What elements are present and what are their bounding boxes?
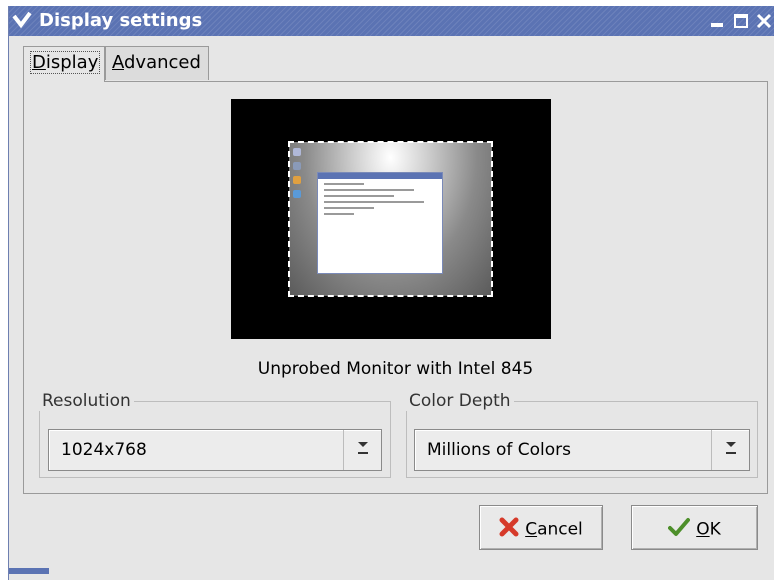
window-title: Display settings xyxy=(39,10,203,31)
desktop-icon xyxy=(293,148,301,156)
ok-button[interactable]: OK xyxy=(631,505,758,550)
resolution-dropdown-arrow-icon[interactable] xyxy=(343,430,381,470)
display-settings-window: Display settings Display Advanced Unprob… xyxy=(8,6,774,580)
resolution-legend: Resolution xyxy=(42,391,131,411)
resolution-select[interactable]: 1024x768 xyxy=(48,429,382,471)
monitor-name-label: Unprobed Monitor with Intel 845 xyxy=(257,359,534,379)
monitor-preview xyxy=(231,99,551,339)
window-menu-icon[interactable] xyxy=(9,8,39,34)
title-bar[interactable]: Display settings xyxy=(9,6,774,36)
color-depth-dropdown-arrow-icon[interactable] xyxy=(711,430,749,470)
checkmark-icon xyxy=(668,517,691,542)
display-tab-panel: Unprobed Monitor with Intel 845 Resoluti… xyxy=(23,81,768,494)
tab-advanced-label: Advanced xyxy=(112,52,201,73)
cancel-label: Cancel xyxy=(525,519,583,540)
preview-terminal-window xyxy=(317,172,443,274)
resolution-value: 1024x768 xyxy=(61,440,147,460)
minimize-icon[interactable] xyxy=(708,12,726,30)
color-depth-legend: Color Depth xyxy=(409,391,511,411)
color-depth-value: Millions of Colors xyxy=(427,440,572,460)
maximize-icon[interactable] xyxy=(732,12,750,30)
taskbar-edge xyxy=(9,568,49,574)
desktop-preview-image xyxy=(288,141,493,297)
ok-label: OK xyxy=(696,519,721,540)
color-depth-select[interactable]: Millions of Colors xyxy=(414,429,750,471)
desktop-icon xyxy=(293,162,301,170)
cancel-button[interactable]: Cancel xyxy=(479,505,603,550)
cancel-x-icon xyxy=(499,517,519,542)
tab-display[interactable]: Display xyxy=(23,46,105,82)
tab-display-label: Display xyxy=(30,51,101,74)
desktop-icon xyxy=(293,176,301,184)
desktop-icon xyxy=(293,190,301,198)
tab-advanced[interactable]: Advanced xyxy=(105,46,209,80)
close-icon[interactable] xyxy=(755,12,773,30)
